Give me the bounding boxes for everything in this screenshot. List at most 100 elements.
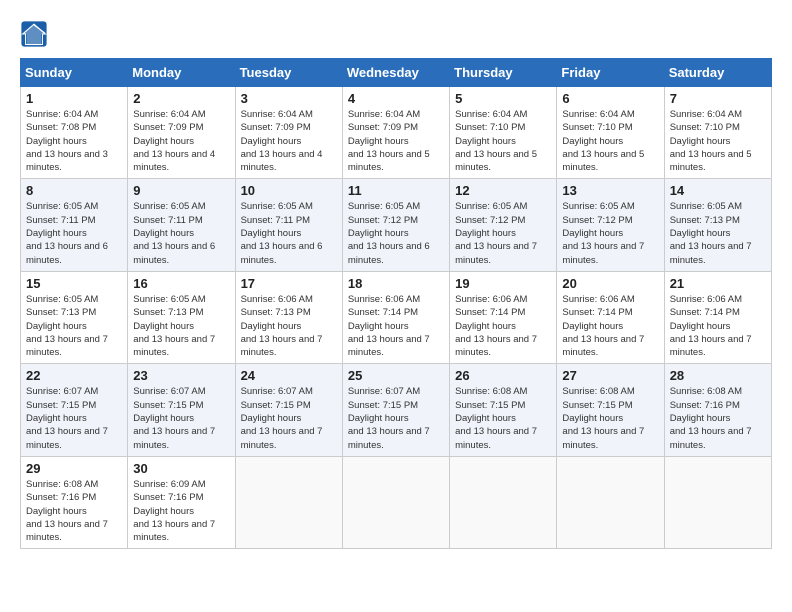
day-info: Sunrise: 6:08 AMSunset: 7:15 PMDaylight …: [562, 385, 658, 451]
table-row: 24Sunrise: 6:07 AMSunset: 7:15 PMDayligh…: [235, 364, 342, 456]
day-number: 17: [241, 276, 337, 291]
day-number: 30: [133, 461, 229, 476]
day-info: Sunrise: 6:08 AMSunset: 7:16 PMDaylight …: [26, 478, 122, 544]
table-row: [664, 456, 771, 548]
day-info: Sunrise: 6:05 AMSunset: 7:12 PMDaylight …: [348, 200, 444, 266]
table-row: 5 Sunrise: 6:04 AMSunset: 7:10 PMDaylight…: [450, 87, 557, 179]
general-blue-icon: [20, 20, 48, 48]
day-number: 18: [348, 276, 444, 291]
day-number: 7: [670, 91, 766, 106]
day-info: Sunrise: 6:05 AMSunset: 7:11 PMDaylight …: [241, 200, 337, 266]
day-info: Sunrise: 6:04 AMSunset: 7:08 PMDaylight …: [26, 108, 122, 174]
table-row: 4 Sunrise: 6:04 AMSunset: 7:09 PMDaylight…: [342, 87, 449, 179]
day-number: 10: [241, 183, 337, 198]
calendar-week-row: 8 Sunrise: 6:05 AMSunset: 7:11 PMDaylight…: [21, 179, 772, 271]
day-info: Sunrise: 6:07 AMSunset: 7:15 PMDaylight …: [133, 385, 229, 451]
table-row: 29 Sunrise: 6:08 AMSunset: 7:16 PMDayligh…: [21, 456, 128, 548]
day-info: Sunrise: 6:04 AMSunset: 7:09 PMDaylight …: [133, 108, 229, 174]
calendar-table: Sunday Monday Tuesday Wednesday Thursday…: [20, 58, 772, 549]
table-row: 19 Sunrise: 6:06 AMSunset: 7:14 PMDayligh…: [450, 271, 557, 363]
day-number: 29: [26, 461, 122, 476]
table-row: 16 Sunrise: 6:05 AMSunset: 7:13 PMDayligh…: [128, 271, 235, 363]
day-number: 11: [348, 183, 444, 198]
table-row: 10 Sunrise: 6:05 AMSunset: 7:11 PMDayligh…: [235, 179, 342, 271]
table-row: 13 Sunrise: 6:05 AMSunset: 7:12 PMDayligh…: [557, 179, 664, 271]
table-row: 21Sunrise: 6:06 AMSunset: 7:14 PMDayligh…: [664, 271, 771, 363]
day-info: Sunrise: 6:05 AMSunset: 7:11 PMDaylight …: [26, 200, 122, 266]
header-saturday: Saturday: [664, 59, 771, 87]
day-number: 6: [562, 91, 658, 106]
table-row: 25 Sunrise: 6:07 AMSunset: 7:15 PMDayligh…: [342, 364, 449, 456]
day-info: Sunrise: 6:08 AMSunset: 7:16 PMDaylight …: [670, 385, 766, 451]
table-row: [450, 456, 557, 548]
day-info: Sunrise: 6:06 AMSunset: 7:13 PMDaylight …: [241, 293, 337, 359]
table-row: 28 Sunrise: 6:08 AMSunset: 7:16 PMDayligh…: [664, 364, 771, 456]
table-row: 9 Sunrise: 6:05 AMSunset: 7:11 PMDaylight…: [128, 179, 235, 271]
day-number: 25: [348, 368, 444, 383]
header: [20, 20, 772, 48]
day-number: 22: [26, 368, 122, 383]
day-info: Sunrise: 6:04 AMSunset: 7:10 PMDaylight …: [562, 108, 658, 174]
day-number: 2: [133, 91, 229, 106]
table-row: 7 Sunrise: 6:04 AMSunset: 7:10 PMDaylight…: [664, 87, 771, 179]
table-row: 6 Sunrise: 6:04 AMSunset: 7:10 PMDaylight…: [557, 87, 664, 179]
day-info: Sunrise: 6:06 AMSunset: 7:14 PMDaylight …: [348, 293, 444, 359]
table-row: 11 Sunrise: 6:05 AMSunset: 7:12 PMDayligh…: [342, 179, 449, 271]
table-row: 20 Sunrise: 6:06 AMSunset: 7:14 PMDayligh…: [557, 271, 664, 363]
day-number: 23: [133, 368, 229, 383]
day-info: Sunrise: 6:05 AMSunset: 7:13 PMDaylight …: [670, 200, 766, 266]
calendar-week-row: 15 Sunrise: 6:05 AMSunset: 7:13 PMDayligh…: [21, 271, 772, 363]
day-number: 8: [26, 183, 122, 198]
day-number: 5: [455, 91, 551, 106]
day-info: Sunrise: 6:08 AMSunset: 7:15 PMDaylight …: [455, 385, 551, 451]
table-row: [342, 456, 449, 548]
calendar-week-row: 29 Sunrise: 6:08 AMSunset: 7:16 PMDayligh…: [21, 456, 772, 548]
day-number: 26: [455, 368, 551, 383]
header-tuesday: Tuesday: [235, 59, 342, 87]
day-info: Sunrise: 6:06 AMSunset: 7:14 PMDaylight …: [455, 293, 551, 359]
day-number: 21: [670, 276, 766, 291]
day-number: 19: [455, 276, 551, 291]
day-info: Sunrise: 6:04 AMSunset: 7:10 PMDaylight …: [670, 108, 766, 174]
day-info: Sunrise: 6:07 AMSunset: 7:15 PMDaylight …: [348, 385, 444, 451]
table-row: 8 Sunrise: 6:05 AMSunset: 7:11 PMDaylight…: [21, 179, 128, 271]
table-row: 3Sunrise: 6:04 AMSunset: 7:09 PMDaylight…: [235, 87, 342, 179]
day-info: Sunrise: 6:09 AMSunset: 7:16 PMDaylight …: [133, 478, 229, 544]
day-info: Sunrise: 6:05 AMSunset: 7:12 PMDaylight …: [562, 200, 658, 266]
day-number: 20: [562, 276, 658, 291]
table-row: 15Sunrise: 6:05 AMSunset: 7:13 PMDayligh…: [21, 271, 128, 363]
header-sunday: Sunday: [21, 59, 128, 87]
days-header-row: Sunday Monday Tuesday Wednesday Thursday…: [21, 59, 772, 87]
day-number: 28: [670, 368, 766, 383]
day-number: 3: [241, 91, 337, 106]
table-row: 2 Sunrise: 6:04 AMSunset: 7:09 PMDaylight…: [128, 87, 235, 179]
header-wednesday: Wednesday: [342, 59, 449, 87]
day-number: 15: [26, 276, 122, 291]
table-row: 12Sunrise: 6:05 AMSunset: 7:12 PMDayligh…: [450, 179, 557, 271]
day-number: 4: [348, 91, 444, 106]
day-info: Sunrise: 6:05 AMSunset: 7:13 PMDaylight …: [133, 293, 229, 359]
day-info: Sunrise: 6:06 AMSunset: 7:14 PMDaylight …: [562, 293, 658, 359]
day-number: 14: [670, 183, 766, 198]
day-number: 27: [562, 368, 658, 383]
day-info: Sunrise: 6:04 AMSunset: 7:09 PMDaylight …: [348, 108, 444, 174]
day-number: 13: [562, 183, 658, 198]
table-row: 1 Sunrise: 6:04 AMSunset: 7:08 PMDaylight…: [21, 87, 128, 179]
day-number: 16: [133, 276, 229, 291]
table-row: 18 Sunrise: 6:06 AMSunset: 7:14 PMDayligh…: [342, 271, 449, 363]
day-info: Sunrise: 6:07 AMSunset: 7:15 PMDaylight …: [26, 385, 122, 451]
day-info: Sunrise: 6:05 AMSunset: 7:11 PMDaylight …: [133, 200, 229, 266]
table-row: [235, 456, 342, 548]
table-row: 27 Sunrise: 6:08 AMSunset: 7:15 PMDayligh…: [557, 364, 664, 456]
calendar-week-row: 22 Sunrise: 6:07 AMSunset: 7:15 PMDayligh…: [21, 364, 772, 456]
day-number: 1: [26, 91, 122, 106]
day-info: Sunrise: 6:04 AMSunset: 7:10 PMDaylight …: [455, 108, 551, 174]
logo: [20, 20, 52, 48]
day-number: 9: [133, 183, 229, 198]
day-number: 12: [455, 183, 551, 198]
table-row: 23 Sunrise: 6:07 AMSunset: 7:15 PMDayligh…: [128, 364, 235, 456]
table-row: 26 Sunrise: 6:08 AMSunset: 7:15 PMDayligh…: [450, 364, 557, 456]
table-row: [557, 456, 664, 548]
day-number: 24: [241, 368, 337, 383]
calendar-week-row: 1 Sunrise: 6:04 AMSunset: 7:08 PMDaylight…: [21, 87, 772, 179]
